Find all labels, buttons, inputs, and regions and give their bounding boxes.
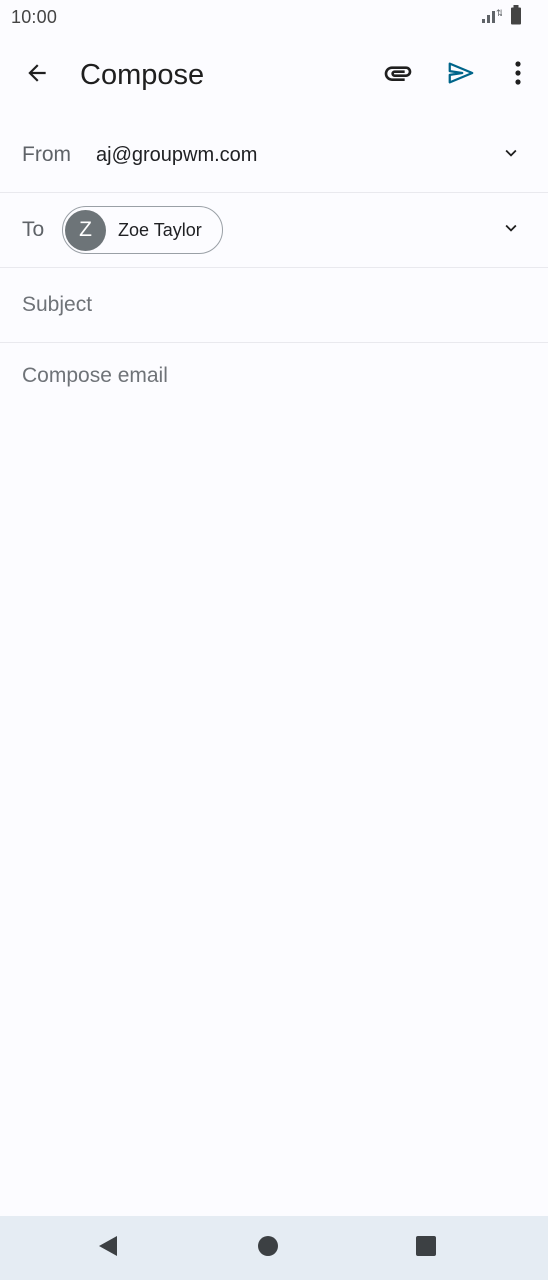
chevron-down-icon [500,142,522,169]
battery-icon [510,4,522,30]
nav-recents-button[interactable] [402,1224,450,1272]
recents-square-icon [415,1235,437,1262]
from-label: From [22,143,71,166]
from-row: From aj@groupwm.com [0,118,548,193]
send-icon [446,58,476,93]
nav-home-button[interactable] [244,1224,292,1272]
nav-back-button[interactable] [84,1224,132,1272]
subject-row [0,268,548,343]
more-vert-icon [514,60,522,91]
to-label: To [22,218,45,241]
recipient-name: Zoe Taylor [118,219,202,240]
status-time: 10:00 [11,6,58,27]
send-button[interactable] [437,51,485,99]
compose-body-input[interactable] [22,364,522,1184]
to-expand-button[interactable] [487,206,535,254]
status-bar: 10:00 ⇅ [0,0,548,34]
from-expand-button[interactable] [487,131,535,179]
app-bar: Compose [0,40,548,110]
to-row: To Z Zoe Taylor [0,193,548,268]
svg-text:⇅: ⇅ [496,9,502,19]
back-button[interactable] [13,51,61,99]
back-arrow-icon [24,60,50,91]
subject-input[interactable] [22,293,522,317]
back-triangle-icon [97,1234,119,1263]
signal-icon: ⇅ [480,6,504,29]
page-title: Compose [80,58,205,91]
more-options-button[interactable] [494,51,542,99]
attach-icon [382,57,414,94]
compose-screen: 10:00 ⇅ Compose From aj@groupwm.com To Z… [0,0,548,1280]
home-circle-icon [257,1235,279,1262]
from-address[interactable]: aj@groupwm.com [96,144,257,167]
chevron-down-icon [500,217,522,244]
system-nav-bar [0,1216,548,1280]
status-icons: ⇅ [480,4,522,30]
attach-button[interactable] [374,51,422,99]
recipient-chip[interactable]: Z Zoe Taylor [62,206,223,254]
avatar: Z [65,209,106,251]
